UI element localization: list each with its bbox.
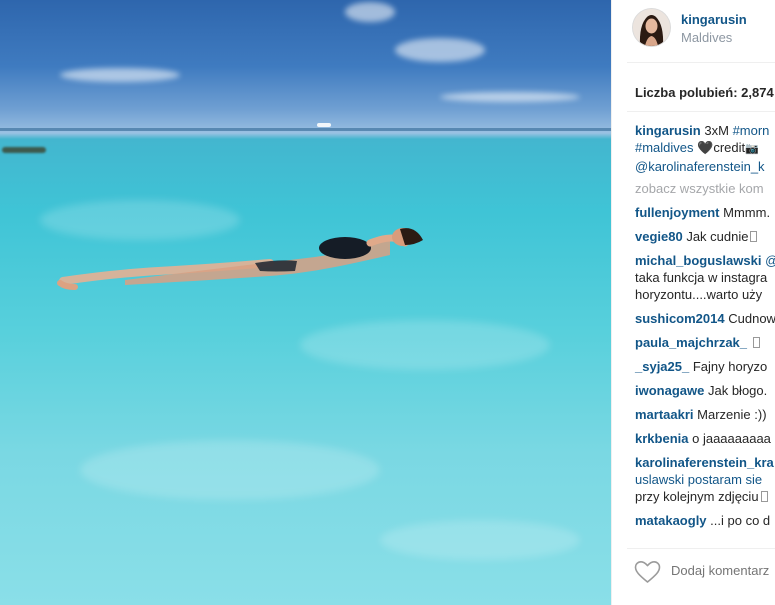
cloud	[440, 92, 580, 102]
add-comment-input[interactable]	[671, 563, 775, 578]
comment: iwonagawe Jak błogo.	[635, 382, 767, 399]
comment: matakaogly ...i po co d	[635, 512, 770, 529]
comment: karolinaferenstein_kra uslawski postaram…	[635, 454, 774, 505]
comment-text: Marzenie :))	[697, 407, 767, 422]
divider	[627, 62, 775, 63]
comment: michal_boguslawski @ taka funkcja w inst…	[635, 252, 775, 303]
comment-username[interactable]: vegie80	[635, 229, 683, 244]
comment-username[interactable]: iwonagawe	[635, 383, 704, 398]
floating-woman	[57, 228, 423, 290]
comment-username[interactable]: matakaogly	[635, 513, 707, 528]
missing-glyph-icon	[750, 231, 758, 242]
likes-count[interactable]: Liczba polubień: 2,874	[635, 85, 774, 100]
water-ripple	[380, 520, 580, 560]
comment-text: taka funkcja w instagra	[635, 270, 768, 285]
distant-island	[2, 147, 46, 153]
caption: kingarusin 3xM #morn #maldives 🖤credit📷 …	[635, 122, 769, 175]
divider	[627, 111, 775, 112]
comment-text: horyzontu....warto uży	[635, 287, 763, 302]
cloud	[60, 68, 180, 82]
comment: _syja25_ Fajny horyzo	[635, 358, 767, 375]
comment-username[interactable]: paula_majchrzak_	[635, 335, 747, 350]
comment-username[interactable]: michal_boguslawski	[635, 253, 761, 268]
water-ripple	[80, 440, 380, 500]
comment-text: przy kolejnym zdjęciu	[635, 489, 759, 504]
post-owner-username[interactable]: kingarusin	[681, 12, 747, 27]
comment-text: @	[765, 253, 775, 268]
post-location[interactable]: Maldives	[681, 30, 732, 45]
comment-username[interactable]: karolinaferenstein_kra	[635, 455, 774, 470]
caption-text: 3xM	[704, 123, 729, 138]
comment: sushicom2014 Cudnow	[635, 310, 775, 327]
comment: vegie80 Jak cudnie	[635, 228, 758, 245]
comment: martaakri Marzenie :))	[635, 406, 767, 423]
missing-glyph-icon	[760, 491, 768, 502]
comment-username[interactable]: _syja25_	[635, 359, 689, 374]
missing-glyph-icon	[752, 337, 760, 348]
water-ripple	[300, 320, 550, 370]
caption-mention[interactable]: @karolinaferenstein_k	[635, 159, 765, 174]
post-side-panel: kingarusin Maldives Liczba polubień: 2,8…	[611, 0, 775, 605]
comment-text: Fajny horyzo	[692, 359, 768, 374]
divider	[627, 548, 775, 549]
caption-text: credit	[713, 140, 746, 155]
cloud	[345, 2, 395, 22]
horizon-line	[0, 128, 611, 131]
avatar[interactable]	[633, 9, 670, 46]
comment-username[interactable]: fullenjoyment	[635, 205, 720, 220]
comment-text: Jak błogo.	[707, 383, 768, 398]
comment: paula_majchrzak_	[635, 334, 760, 351]
avatar-image	[633, 9, 670, 46]
caption-hashtag[interactable]: #morn	[733, 123, 770, 138]
comment-text: ...i po co d	[710, 513, 771, 528]
comment: fullenjoyment Mmmm.	[635, 204, 770, 221]
comment-username[interactable]: krkbenia	[635, 431, 688, 446]
view-all-comments-link[interactable]: zobacz wszystkie kom	[635, 180, 764, 197]
caption-hashtag[interactable]: #maldives	[635, 140, 694, 155]
comment-text: o jaaaaaaaaa	[692, 431, 771, 446]
cloud	[395, 38, 485, 62]
comment: krkbenia o jaaaaaaaaa	[635, 430, 771, 447]
like-heart-icon[interactable]	[634, 560, 661, 584]
heart-emoji-icon: 🖤	[697, 140, 714, 155]
distant-boat	[317, 123, 331, 127]
post-photo[interactable]	[0, 0, 611, 605]
comment-text: Cudnow	[728, 311, 775, 326]
post-header: kingarusin Maldives	[612, 0, 775, 62]
comment-username[interactable]: sushicom2014	[635, 311, 725, 326]
comment-text: Jak cudnie	[686, 229, 749, 244]
camera-emoji-icon: 📷	[745, 143, 759, 155]
comment-username[interactable]: martaakri	[635, 407, 694, 422]
comment-text: Mmmm.	[723, 205, 771, 220]
comment-text: uslawski postaram sie	[635, 472, 763, 487]
caption-username[interactable]: kingarusin	[635, 123, 701, 138]
